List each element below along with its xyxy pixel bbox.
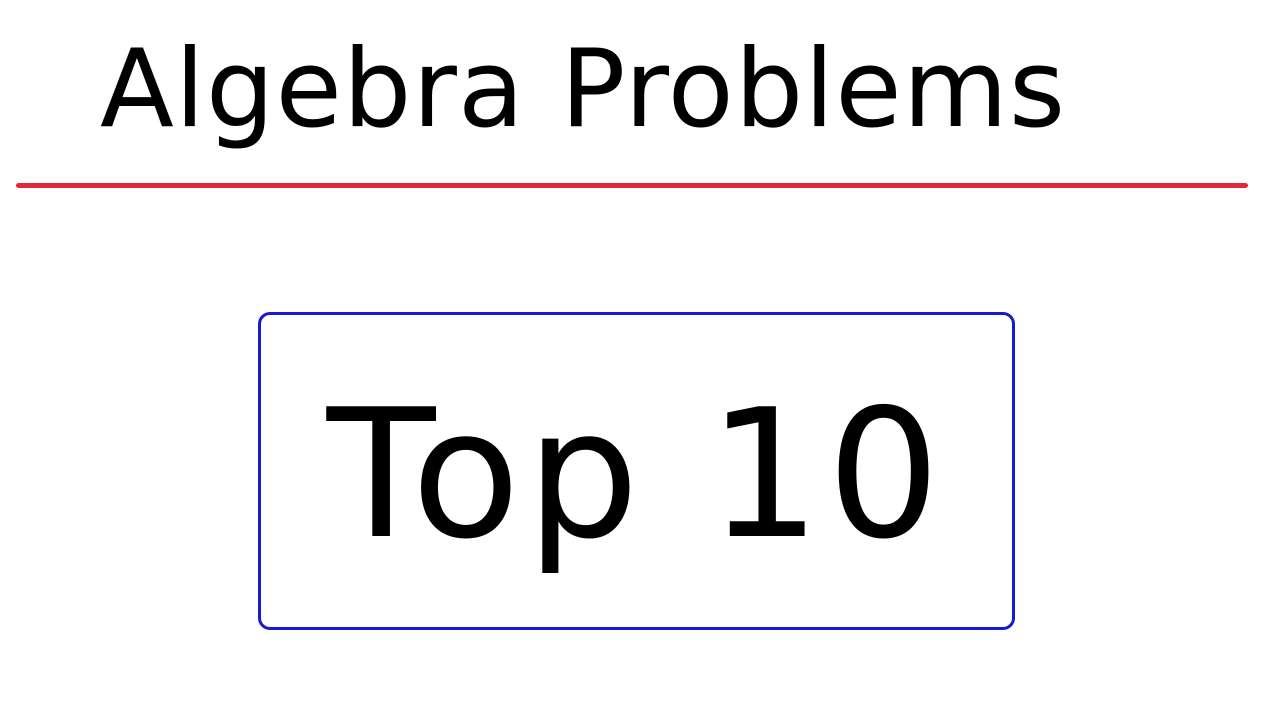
highlight-box: Top 10 (258, 312, 1015, 630)
box-label: Top 10 (326, 371, 947, 578)
page-title: Algebra Problems (100, 27, 1067, 152)
title-divider (16, 183, 1248, 188)
thumbnail-canvas: Algebra Problems Top 10 (0, 0, 1280, 720)
